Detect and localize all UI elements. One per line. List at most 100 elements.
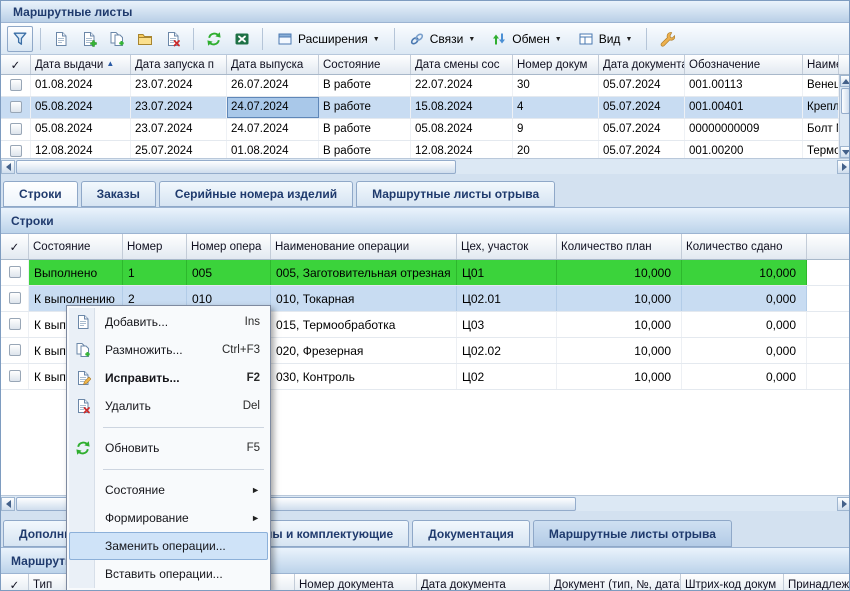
- scroll-up-button[interactable]: [840, 75, 850, 87]
- checkbox[interactable]: [10, 145, 22, 157]
- cell[interactable]: В работе: [319, 97, 411, 118]
- column-header-belonging[interactable]: Принадлежн: [784, 574, 850, 591]
- column-header-number[interactable]: Номер: [123, 234, 187, 259]
- menu-item-delete[interactable]: Удалить Del: [69, 392, 268, 420]
- cell[interactable]: 0,000: [682, 312, 807, 337]
- column-header-doc-date[interactable]: Дата документа: [417, 574, 550, 591]
- column-header-name[interactable]: Наимен: [803, 55, 839, 74]
- refresh-button[interactable]: [201, 26, 227, 52]
- table-row-selected[interactable]: 05.08.2024 23.07.2024 24.07.2024 В работ…: [1, 97, 839, 119]
- duplicate-record-button[interactable]: [104, 26, 130, 52]
- column-header-state[interactable]: Состояние: [319, 55, 411, 74]
- menu-item-refresh[interactable]: Обновить F5: [69, 434, 268, 462]
- column-header-qty-plan[interactable]: Количество план: [557, 234, 682, 259]
- cell[interactable]: 30: [513, 75, 599, 96]
- column-header-issue-date[interactable]: Дата выдачи▲: [31, 55, 131, 74]
- cell[interactable]: Венец ч: [803, 75, 839, 96]
- cell[interactable]: 10,000: [557, 364, 682, 389]
- tab-zakazy[interactable]: Заказы: [81, 181, 156, 207]
- cell[interactable]: 4: [513, 97, 599, 118]
- scroll-right-button[interactable]: [837, 497, 850, 511]
- row-check-cell[interactable]: [1, 312, 29, 337]
- menu-item-formation[interactable]: Формирование ►: [69, 504, 268, 532]
- checkbox[interactable]: [9, 318, 21, 330]
- tab-tear-off-sheets[interactable]: Маршрутные листы отрыва: [356, 181, 555, 207]
- cell[interactable]: 001.00200: [685, 141, 803, 158]
- menu-item-state[interactable]: Состояние ►: [69, 476, 268, 504]
- column-header-barcode[interactable]: Штрих-код докум: [681, 574, 784, 591]
- column-header-qty-done[interactable]: Количество сдано: [682, 234, 807, 259]
- cell[interactable]: 0,000: [682, 286, 807, 311]
- exchange-menu-button[interactable]: Обмен ▼: [484, 26, 568, 52]
- column-header-shop[interactable]: Цех, участок: [457, 234, 557, 259]
- row-check-cell[interactable]: [1, 260, 29, 285]
- open-record-button[interactable]: [132, 26, 158, 52]
- column-header-check[interactable]: ✓: [1, 234, 29, 259]
- cell[interactable]: 20: [513, 141, 599, 158]
- cell[interactable]: Болт М1: [803, 119, 839, 140]
- cell[interactable]: 05.07.2024: [599, 75, 685, 96]
- tab-documentation[interactable]: Документация: [412, 520, 530, 547]
- column-header-launch-date[interactable]: Дата запуска п: [131, 55, 227, 74]
- cell[interactable]: 05.08.2024: [411, 119, 513, 140]
- cell[interactable]: 10,000: [557, 286, 682, 311]
- row-check-cell[interactable]: [1, 338, 29, 363]
- cell[interactable]: 05.07.2024: [599, 141, 685, 158]
- column-header-doc-date[interactable]: Дата документа: [599, 55, 685, 74]
- scroll-left-button[interactable]: [1, 160, 15, 174]
- cell[interactable]: 00000000009: [685, 119, 803, 140]
- checkbox[interactable]: [9, 370, 21, 382]
- menu-item-add[interactable]: Добавить... Ins: [69, 308, 268, 336]
- row-check-cell[interactable]: [1, 364, 29, 389]
- cell[interactable]: 030, Контроль: [271, 364, 457, 389]
- cell[interactable]: 015, Термообработка: [271, 312, 457, 337]
- cell[interactable]: Ц02: [457, 364, 557, 389]
- cell[interactable]: 001.00401: [685, 97, 803, 118]
- cell[interactable]: 001.00113: [685, 75, 803, 96]
- cell[interactable]: 005, Заготовительная отрезная: [271, 260, 457, 285]
- cell[interactable]: 9: [513, 119, 599, 140]
- scroll-left-button[interactable]: [1, 497, 15, 511]
- column-header-state-change-date[interactable]: Дата смены сос: [411, 55, 513, 74]
- column-header-check[interactable]: ✓: [1, 574, 29, 591]
- table-row[interactable]: 12.08.2024 25.07.2024 01.08.2024 В работ…: [1, 141, 839, 158]
- scrollbar-thumb[interactable]: [16, 160, 456, 174]
- row-check-cell[interactable]: [1, 97, 31, 118]
- column-header-release-date[interactable]: Дата выпуска: [227, 55, 319, 74]
- links-menu-button[interactable]: Связи ▼: [402, 26, 483, 52]
- cell[interactable]: 05.07.2024: [599, 97, 685, 118]
- horizontal-scrollbar[interactable]: [1, 158, 850, 174]
- cell[interactable]: Выполнено: [29, 260, 123, 285]
- tab-tear-off-sheets-bottom[interactable]: Маршрутные листы отрыва: [533, 520, 732, 547]
- checkbox[interactable]: [10, 101, 22, 113]
- row-check-cell[interactable]: [1, 119, 31, 140]
- tab-serial-numbers[interactable]: Серийные номера изделий: [159, 181, 353, 207]
- column-header-check[interactable]: ✓: [1, 55, 31, 74]
- row-check-cell[interactable]: [1, 141, 31, 158]
- settings-button[interactable]: [654, 26, 680, 52]
- checkbox[interactable]: [9, 292, 21, 304]
- cell[interactable]: 05.07.2024: [599, 119, 685, 140]
- cell[interactable]: Ц02.01: [457, 286, 557, 311]
- column-header-doc-number[interactable]: Номер докум: [513, 55, 599, 74]
- cell[interactable]: Ц02.02: [457, 338, 557, 363]
- checkbox[interactable]: [10, 79, 22, 91]
- new-document-button[interactable]: [48, 26, 74, 52]
- cell[interactable]: 0,000: [682, 338, 807, 363]
- cell[interactable]: 10,000: [557, 260, 682, 285]
- filter-button[interactable]: [7, 26, 33, 52]
- cell[interactable]: 26.07.2024: [227, 75, 319, 96]
- table-row-done[interactable]: Выполнено 1 005 005, Заготовительная отр…: [1, 260, 850, 286]
- cell[interactable]: 24.07.2024: [227, 119, 319, 140]
- cell[interactable]: 0,000: [682, 364, 807, 389]
- cell[interactable]: В работе: [319, 141, 411, 158]
- cell[interactable]: Ц01: [457, 260, 557, 285]
- table-row[interactable]: 05.08.2024 23.07.2024 24.07.2024 В работ…: [1, 119, 839, 141]
- cell[interactable]: 15.08.2024: [411, 97, 513, 118]
- cell[interactable]: 05.08.2024: [31, 97, 131, 118]
- cell[interactable]: 23.07.2024: [131, 119, 227, 140]
- scrollbar-thumb[interactable]: [841, 88, 850, 114]
- cell[interactable]: 10,000: [557, 338, 682, 363]
- cell[interactable]: Крепле: [803, 97, 839, 118]
- scroll-down-button[interactable]: [840, 146, 850, 158]
